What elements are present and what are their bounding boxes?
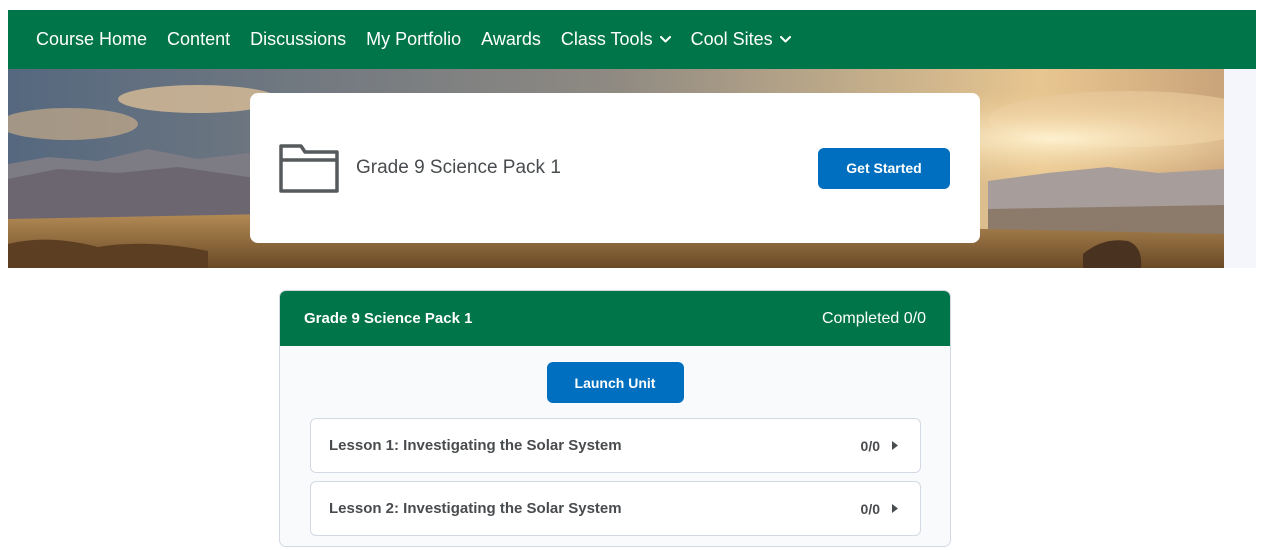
lesson-progress: 0/0 (860, 500, 880, 517)
nav-label: Awards (481, 29, 541, 49)
lesson-item[interactable]: Lesson 1: Investigating the Solar System… (310, 418, 921, 473)
lesson-progress: 0/0 (860, 437, 880, 454)
unit-panel: Grade 9 Science Pack 1 Completed 0/0 Lau… (279, 290, 951, 547)
caret-right-icon (892, 441, 898, 450)
lesson-item[interactable]: Lesson 2: Investigating the Solar System… (310, 481, 921, 536)
caret-right-icon (892, 504, 898, 513)
course-card: Grade 9 Science Pack 1 Get Started (250, 93, 980, 243)
launch-unit-button[interactable]: Launch Unit (546, 362, 684, 403)
page-gutter (1224, 69, 1256, 268)
nav-label: Cool Sites (690, 29, 773, 49)
nav-cool-sites[interactable]: Cool Sites (691, 29, 791, 50)
nav-course-home[interactable]: Course Home (36, 29, 147, 50)
nav-label: Content (167, 29, 231, 49)
unit-header: Grade 9 Science Pack 1 Completed 0/0 (280, 291, 950, 346)
nav-label: Course Home (36, 29, 148, 49)
chevron-down-icon (659, 36, 671, 43)
launch-unit-container: Launch Unit (280, 346, 950, 418)
nav-label: Class Tools (560, 29, 653, 49)
nav-discussions[interactable]: Discussions (250, 29, 346, 50)
nav-my-portfolio[interactable]: My Portfolio (366, 29, 461, 50)
nav-label: Discussions (250, 29, 347, 49)
nav-awards[interactable]: Awards (481, 29, 541, 50)
lesson-title: Lesson 1: Investigating the Solar System (329, 437, 622, 454)
folder-icon (279, 144, 339, 193)
get-started-button[interactable]: Get Started (818, 147, 950, 189)
chevron-down-icon (779, 36, 791, 43)
course-navbar: Course Home Content Discussions My Portf… (8, 10, 1256, 69)
nav-content[interactable]: Content (167, 29, 230, 50)
nav-class-tools[interactable]: Class Tools (561, 29, 671, 50)
course-title: Grade 9 Science Pack 1 (356, 157, 561, 178)
lesson-title: Lesson 2: Investigating the Solar System (329, 500, 622, 517)
unit-title: Grade 9 Science Pack 1 (304, 310, 473, 327)
unit-completion-status: Completed 0/0 (821, 309, 926, 327)
nav-label: My Portfolio (366, 29, 462, 49)
